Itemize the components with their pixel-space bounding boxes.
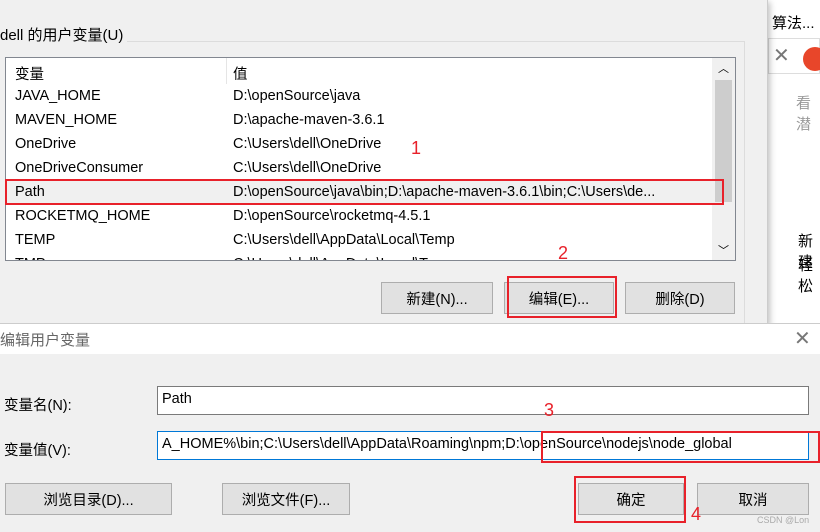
variable-name: OneDriveConsumer (15, 160, 144, 176)
close-icon[interactable]: ✕ (773, 43, 790, 68)
title-bar: 编辑用户变量 ✕ (0, 324, 820, 354)
variable-name-input[interactable]: Path (157, 386, 809, 415)
table-row[interactable]: MAVEN_HOME D:\apache-maven-3.6.1 (6, 109, 712, 133)
scroll-up-icon[interactable]: ︿ (718, 60, 729, 76)
cancel-button[interactable]: 取消 (697, 483, 809, 515)
environment-variables-dialog: dell 的用户变量(U) 变量 值 JAVA_HOME D:\openSourc… (0, 0, 768, 331)
variable-value: D:\openSource\rocketmq-4.5.1 (233, 208, 431, 224)
variable-name: OneDrive (15, 136, 77, 152)
table-row[interactable]: ROCKETMQ_HOME D:\openSource\rocketmq-4.5.… (6, 205, 712, 229)
logo-icon (803, 47, 820, 71)
scroll-down-icon[interactable]: ﹀ (718, 242, 729, 258)
dialog-title: 编辑用户变量 (0, 332, 91, 349)
highlight-box-path (5, 179, 724, 205)
delete-button[interactable]: 删除(D) (625, 282, 735, 314)
table-row[interactable]: TEMP C:\Users\dell\AppData\Local\Temp (6, 229, 712, 253)
variable-name: ROCKETMQ_HOME (15, 208, 151, 224)
variable-name: TEMP (15, 232, 56, 248)
new-button[interactable]: 新建(N)... (381, 282, 493, 314)
variable-value: C:\Users\dell\OneDrive (233, 136, 382, 152)
table-row[interactable]: TMP C:\Users\dell\AppData\Local\Temp (6, 253, 712, 260)
scrollbar[interactable]: ︿ ﹀ (712, 58, 735, 260)
annotation-1: 1 (411, 138, 422, 158)
column-header-value[interactable]: 值 (233, 63, 248, 84)
variable-value: D:\openSource\java (233, 88, 361, 104)
variable-value: C:\Users\dell\OneDrive (233, 160, 382, 176)
table-header: 变量 值 (6, 58, 712, 84)
table-row[interactable]: OneDrive C:\Users\dell\OneDrive (6, 133, 712, 157)
highlight-box-edit (507, 276, 617, 318)
bg-text: 算法... (772, 15, 815, 32)
column-header-name[interactable]: 变量 (15, 63, 44, 84)
annotation-3: 3 (544, 400, 555, 420)
column-divider[interactable] (226, 58, 227, 84)
variable-value: C:\Users\dell\AppData\Local\Temp (233, 256, 455, 260)
annotation-2: 2 (558, 243, 569, 263)
bg-panel: ✕ (768, 38, 820, 74)
variable-name-label: 变量名(N): (4, 398, 72, 414)
bg-text: 看潜 (796, 95, 812, 133)
user-vars-table[interactable]: 变量 值 JAVA_HOME D:\openSource\java MAVEN_HO… (5, 57, 736, 261)
annotation-4: 4 (691, 504, 702, 524)
highlight-box-ok (574, 476, 686, 523)
variable-value-label: 变量值(V): (4, 443, 71, 459)
variable-name: JAVA_HOME (15, 88, 101, 104)
highlight-box-value (541, 431, 820, 463)
table-row[interactable]: JAVA_HOME D:\openSource\java (6, 85, 712, 109)
table-row[interactable]: OneDriveConsumer C:\Users\dell\OneDrive (6, 157, 712, 181)
variable-value: D:\apache-maven-3.6.1 (233, 112, 385, 128)
watermark: CSDN @Lon (757, 515, 810, 525)
browse-file-button[interactable]: 浏览文件(F)... (222, 483, 350, 515)
variable-value: C:\Users\dell\AppData\Local\Temp (233, 232, 455, 248)
variable-name: TMP (15, 256, 46, 260)
edit-user-variable-dialog: 编辑用户变量 ✕ 变量名(N): Path 变量值(V): A_HOME%\bi… (0, 323, 820, 532)
variable-name: MAVEN_HOME (15, 112, 118, 128)
bg-text: 轻松 (798, 257, 814, 295)
browse-directory-button[interactable]: 浏览目录(D)... (5, 483, 172, 515)
close-icon[interactable]: ✕ (794, 326, 811, 351)
user-vars-label: dell 的用户变量(U) (0, 24, 128, 45)
